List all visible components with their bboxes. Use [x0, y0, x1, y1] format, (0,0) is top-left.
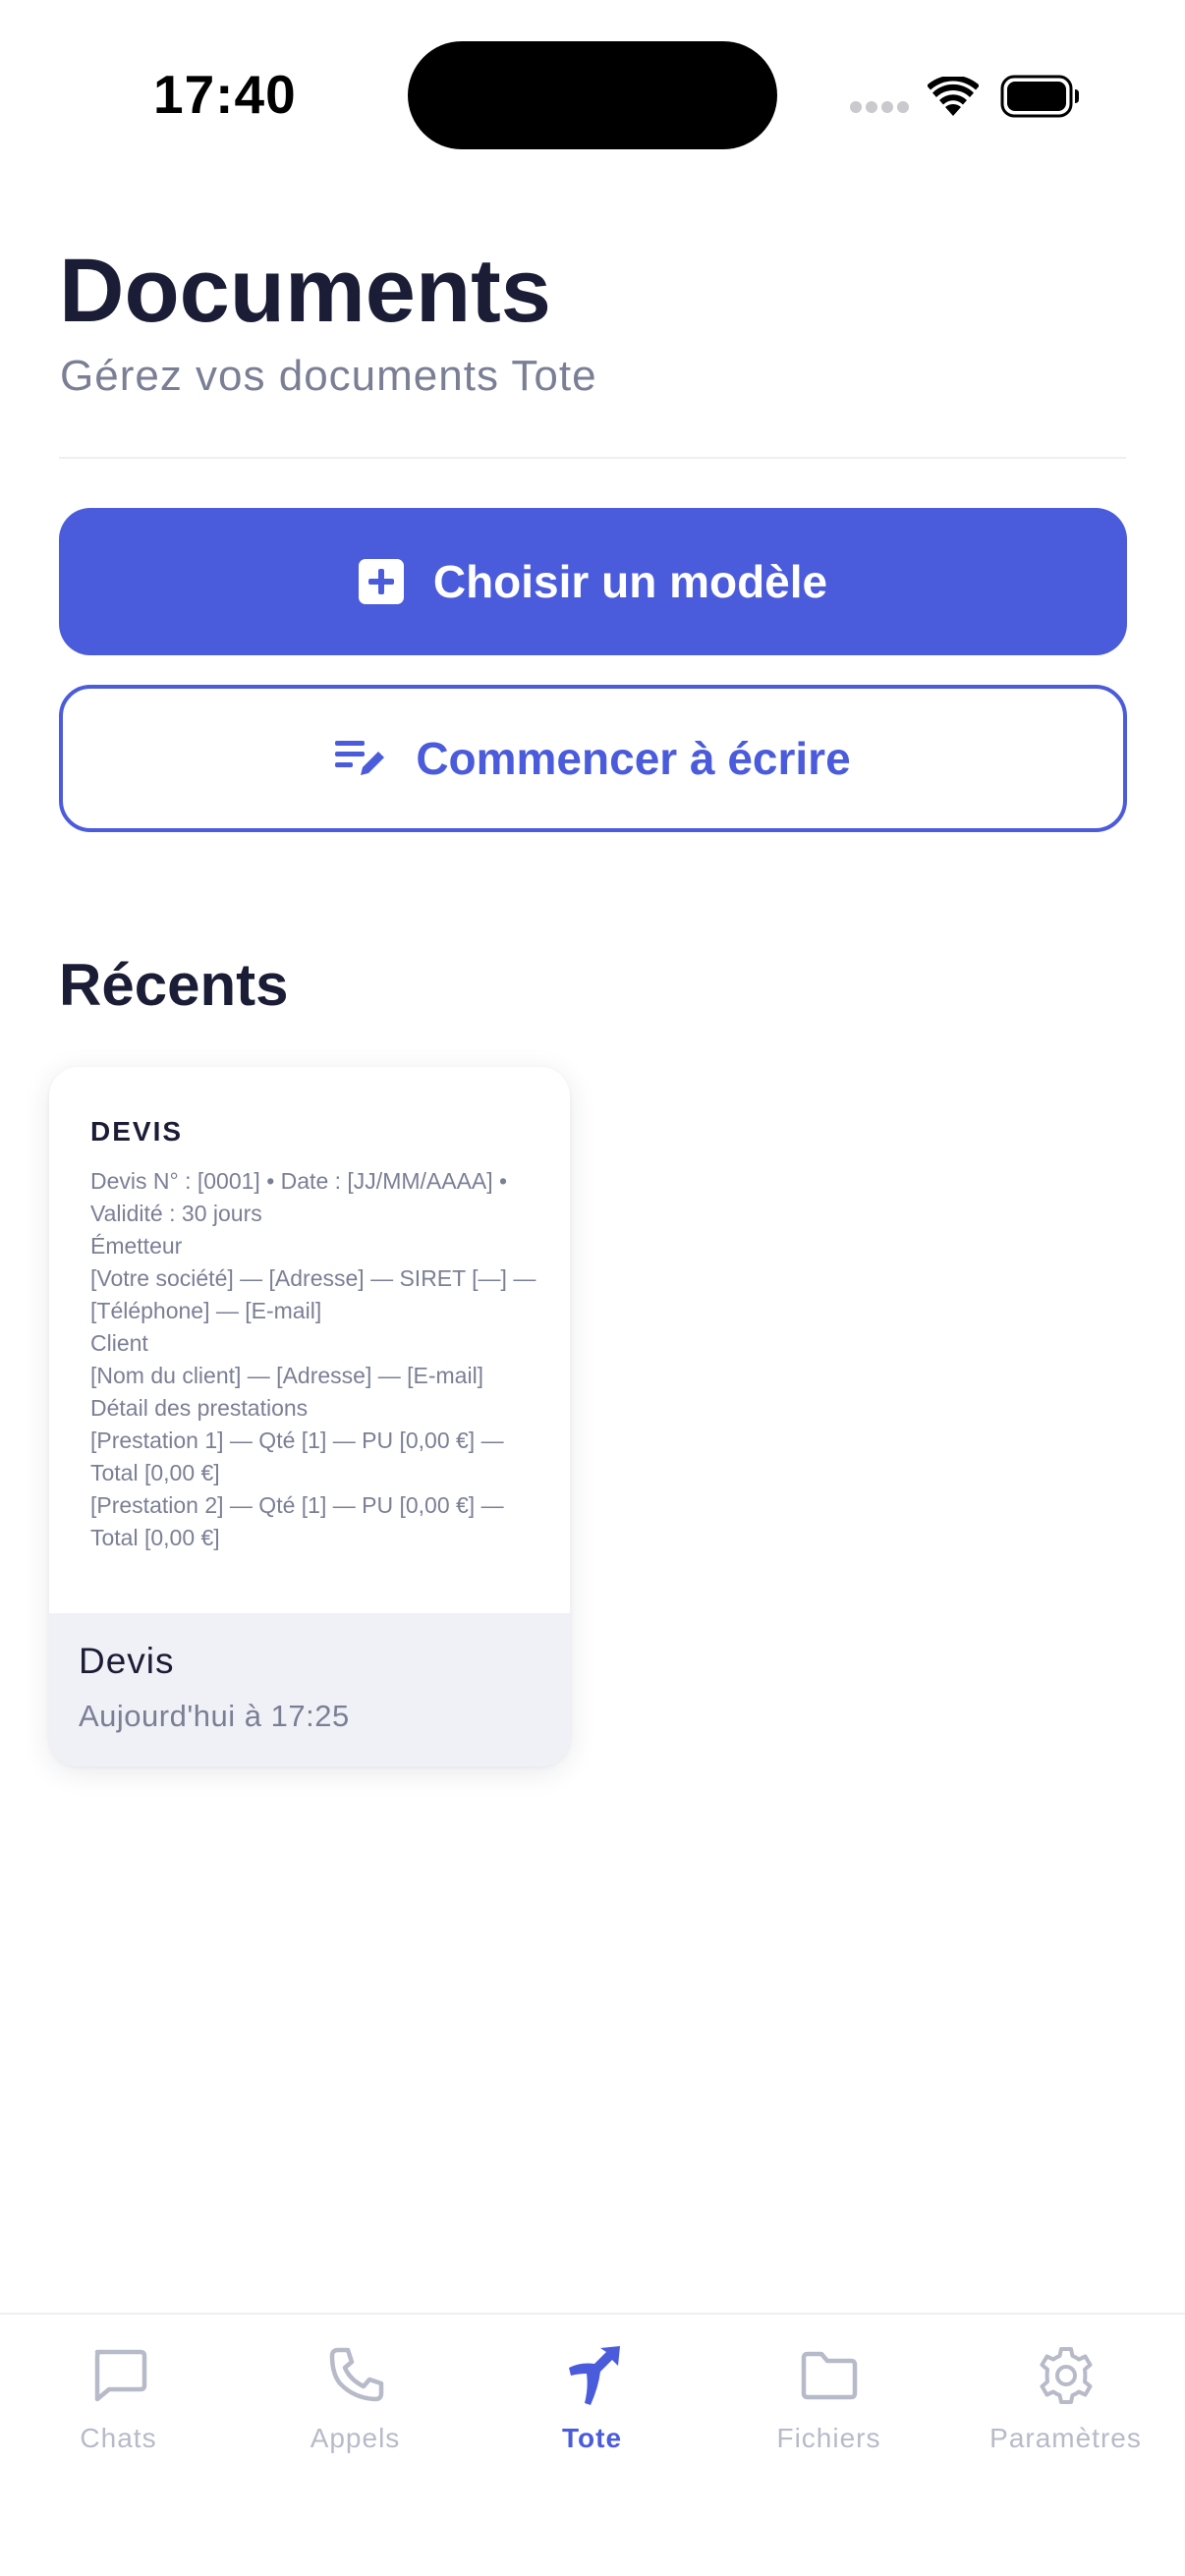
recents-title: Récents — [59, 952, 289, 1018]
plus-square-icon — [358, 559, 404, 604]
tab-label: Tote — [561, 2423, 623, 2453]
tote-logo-icon — [568, 2346, 620, 2405]
document-preview: DEVIS Devis N° : [0001] • Date : [JJ/MM/… — [49, 1067, 570, 1613]
choose-template-button[interactable]: Choisir un modèle — [59, 508, 1127, 655]
preview-line: Détail des prestations — [90, 1395, 309, 1421]
document-card-footer: Devis Aujourd'hui à 17:25 — [49, 1613, 570, 1766]
document-date: Aujourd'hui à 17:25 — [79, 1699, 350, 1733]
preview-fade — [49, 1544, 570, 1613]
cellular-signal-icon — [850, 101, 909, 113]
tab-label: Chats — [80, 2423, 157, 2453]
document-name: Devis — [79, 1641, 175, 1681]
tab-bar: Chats Appels Tote Fichiers Paramètres — [0, 2313, 1185, 2576]
preview-line: [Prestation 1] — Qté [1] — PU [0,00 €] —… — [90, 1428, 504, 1485]
tab-label: Fichiers — [776, 2423, 881, 2453]
wifi-icon — [928, 77, 979, 116]
documents-screen: 17:40 Documents Gérez vos documents Tote… — [0, 0, 1185, 2576]
header-divider — [59, 457, 1126, 459]
recent-document-card[interactable]: DEVIS Devis N° : [0001] • Date : [JJ/MM/… — [49, 1067, 570, 1766]
edit-note-icon — [335, 741, 385, 775]
preview-line: Émetteur — [90, 1233, 183, 1259]
page-title: Documents — [59, 241, 551, 341]
battery-icon — [1000, 75, 1079, 118]
start-writing-label: Commencer à écrire — [416, 733, 851, 784]
tab-parametres[interactable]: Paramètres — [947, 2344, 1184, 2482]
status-time: 17:40 — [153, 64, 297, 125]
tab-label: Paramètres — [989, 2423, 1142, 2453]
tab-fichiers[interactable]: Fichiers — [710, 2344, 947, 2482]
phone-icon — [329, 2347, 383, 2402]
gear-icon — [1040, 2347, 1092, 2404]
preview-line: Devis N° : [0001] • Date : [JJ/MM/AAAA] … — [90, 1168, 508, 1226]
dynamic-island — [408, 41, 777, 149]
start-writing-button[interactable]: Commencer à écrire — [59, 685, 1127, 832]
preview-line: [Votre société] — [Adresse] — SIRET [—] … — [90, 1265, 536, 1323]
document-preview-title: DEVIS — [90, 1116, 184, 1147]
page-subtitle: Gérez vos documents Tote — [60, 352, 597, 400]
tab-label: Appels — [310, 2423, 401, 2453]
tab-tote[interactable]: Tote — [474, 2344, 710, 2482]
tab-chats[interactable]: Chats — [0, 2344, 237, 2482]
chat-icon — [94, 2349, 146, 2402]
choose-template-label: Choisir un modèle — [432, 556, 828, 607]
tab-appels[interactable]: Appels — [237, 2344, 474, 2482]
folder-icon — [801, 2351, 857, 2400]
preview-line: Client — [90, 1330, 148, 1356]
preview-line: [Nom du client] — [Adresse] — [E-mail] — [90, 1363, 484, 1388]
